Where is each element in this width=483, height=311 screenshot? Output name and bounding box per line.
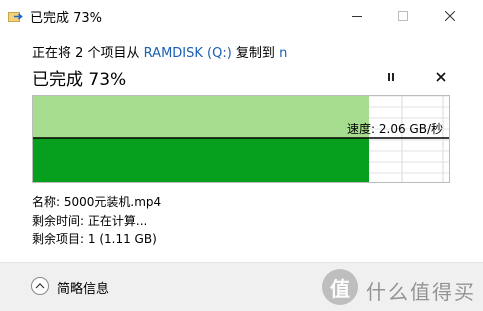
copy-files-icon xyxy=(8,8,24,22)
pause-icon xyxy=(388,73,394,81)
cancel-icon xyxy=(436,72,446,82)
watermark: 值 什么值得买 xyxy=(322,269,474,305)
copy-middle: 复制到 xyxy=(231,46,280,61)
collapse-details-label[interactable]: 简略信息 xyxy=(57,278,109,297)
cancel-button[interactable] xyxy=(432,68,450,86)
speed-chart: 速度: 2.06 GB/秒 xyxy=(32,95,450,183)
chevron-up-icon xyxy=(35,283,45,289)
name-label: 名称: xyxy=(32,195,61,209)
details-panel: 名称: 5000元装机.mp4 剩余时间: 正在计算... 剩余项目: 1 (1… xyxy=(32,193,161,249)
maximize-button[interactable] xyxy=(380,0,426,31)
watermark-text: 什么值得买 xyxy=(366,280,476,304)
destination-link[interactable]: n xyxy=(279,46,287,61)
copy-prefix: 正在将 2 个项目从 xyxy=(32,46,144,61)
detail-row-items: 剩余项目: 1 (1.11 GB) xyxy=(32,230,161,249)
minimize-icon xyxy=(352,15,362,17)
progress-status: 已完成 73% xyxy=(32,70,127,90)
maximize-icon xyxy=(398,10,408,21)
progress-fill xyxy=(33,138,369,182)
speed-label: 速度: 2.06 GB/秒 xyxy=(347,122,443,136)
footer-bar: 简略信息 值 什么值得买 xyxy=(0,262,483,311)
close-button[interactable] xyxy=(427,0,473,31)
pause-button[interactable] xyxy=(382,68,400,86)
speed-graph xyxy=(33,96,449,182)
speed-history-fill xyxy=(33,96,369,138)
time-value: 正在计算... xyxy=(87,213,148,228)
detail-row-name: 名称: 5000元装机.mp4 xyxy=(32,193,161,212)
name-value: 5000元装机.mp4 xyxy=(63,195,162,209)
items-value: 1 (1.11 GB) xyxy=(87,232,157,246)
title-bar: 已完成 73% xyxy=(0,0,483,31)
detail-row-time: 剩余时间: 正在计算... xyxy=(32,212,161,231)
close-icon xyxy=(445,10,455,21)
window-title: 已完成 73% xyxy=(30,11,103,26)
copy-description: 正在将 2 个项目从 RAMDISK (Q:) 复制到 n xyxy=(32,42,287,61)
items-label: 剩余项目: xyxy=(32,232,85,246)
time-label: 剩余时间: xyxy=(32,213,85,228)
minimize-button[interactable] xyxy=(334,0,380,31)
source-link[interactable]: RAMDISK (Q:) xyxy=(144,46,232,61)
collapse-details-button[interactable] xyxy=(31,277,49,295)
watermark-logo: 值 xyxy=(322,269,358,305)
